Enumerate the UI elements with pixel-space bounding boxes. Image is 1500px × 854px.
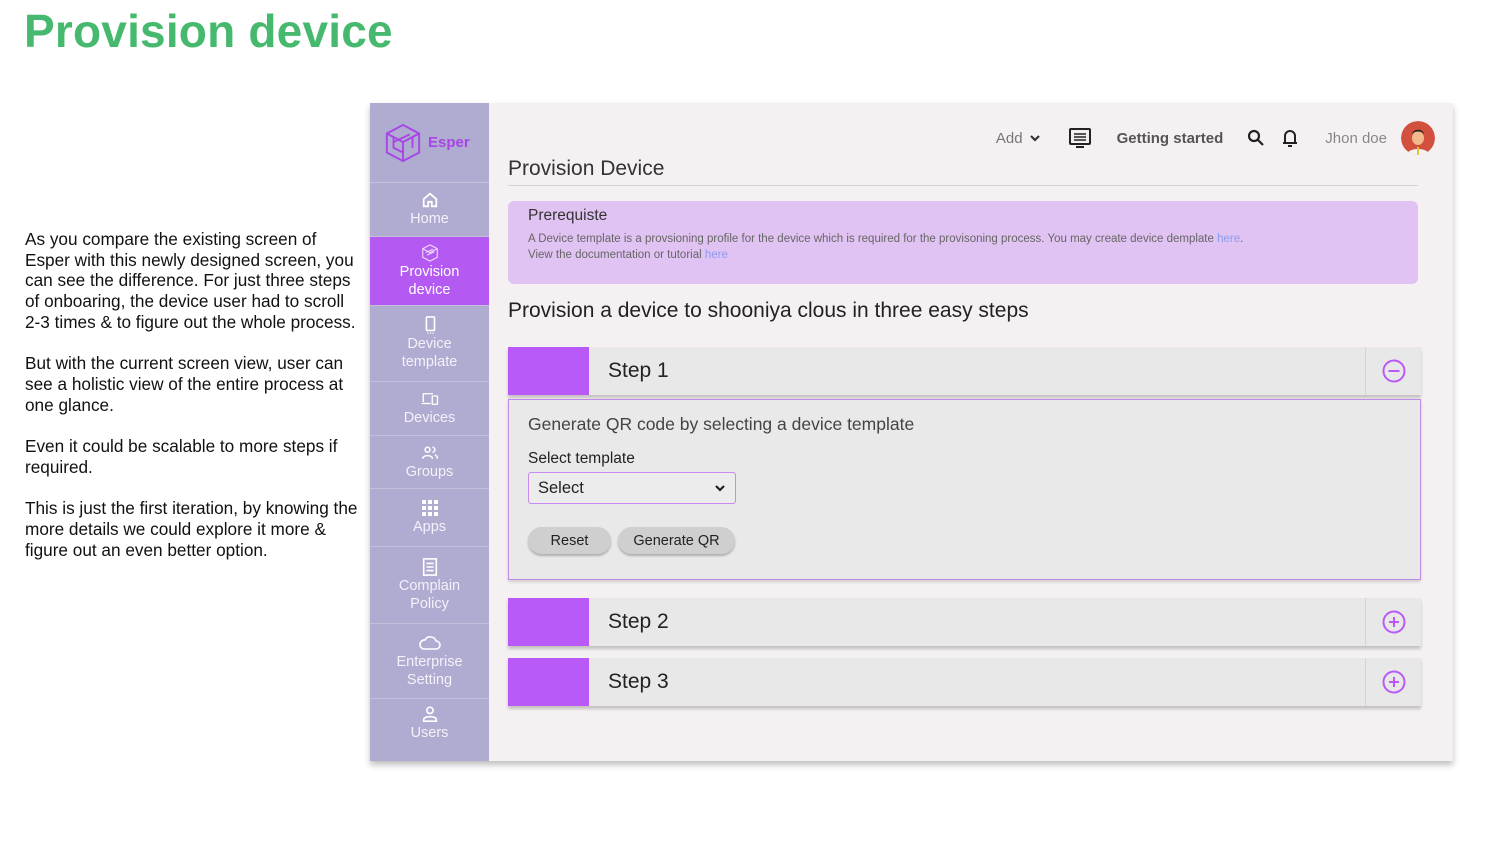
brand-logo[interactable]: Esper (370, 103, 489, 183)
home-icon (422, 192, 437, 208)
step-1-actions: Reset Generate QR (528, 527, 1401, 554)
devices-icon (421, 393, 438, 405)
slide-notes: As you compare the existing screen of Es… (25, 229, 360, 581)
step-color-block (508, 347, 589, 395)
chevron-down-icon (715, 485, 725, 492)
avatar[interactable] (1401, 121, 1435, 155)
title-divider (508, 185, 1418, 186)
sidebar-item-label: Apps (412, 519, 447, 535)
esper-logo-icon (385, 123, 421, 162)
brand-name: Esper (428, 134, 470, 151)
note-paragraph: This is just the first iteration, by kno… (25, 498, 358, 560)
sidebar: Esper Home Provision device Device templ… (370, 103, 489, 761)
plus-circle-icon (1382, 610, 1405, 634)
step-color-block (508, 598, 589, 646)
step-3-header[interactable]: Step 3 (508, 658, 1421, 706)
step-1-header[interactable]: Step 1 (508, 347, 1421, 395)
expand-step-button[interactable] (1365, 598, 1421, 646)
prerequisite-line-1: A Device template is a provsioning profi… (528, 233, 1218, 245)
sidebar-item-label: Home (410, 211, 449, 227)
sidebar-item-provision-device[interactable]: Provision device (370, 237, 489, 306)
create-template-link[interactable]: here (1217, 233, 1240, 245)
add-label: Add (995, 129, 1023, 147)
collapse-step-button[interactable] (1365, 347, 1421, 395)
expand-step-button[interactable] (1365, 658, 1421, 706)
user-name[interactable]: Jhon doe (1325, 130, 1387, 147)
sidebar-item-enterprise-setting[interactable]: Enterprise Setting (370, 624, 489, 699)
groups-icon (421, 446, 438, 459)
sidebar-item-complain-policy[interactable]: Complain Policy (370, 547, 489, 624)
period: . (1240, 233, 1244, 245)
step-label: Step 2 (608, 610, 669, 633)
bell-icon[interactable] (1281, 128, 1299, 148)
sidebar-item-label: Devices (403, 410, 456, 426)
sidebar-item-home[interactable]: Home (370, 183, 489, 237)
main-content: Add Getting started Jhon doe Provision D… (489, 103, 1453, 761)
apps-grid-icon (421, 500, 438, 516)
sidebar-item-users[interactable]: Users (370, 699, 489, 761)
sidebar-item-label: Groups (405, 463, 454, 480)
sidebar-item-devices[interactable]: Devices (370, 382, 489, 436)
prerequisite-text: View the documentation or tutorial here (528, 247, 1398, 263)
provision-icon (421, 243, 438, 262)
document-icon (422, 557, 437, 576)
note-paragraph: But with the current screen view, user c… (25, 353, 344, 415)
select-template-label: Select template (528, 450, 635, 467)
template-select[interactable]: Select (528, 472, 736, 504)
sidebar-item-device-template[interactable]: Device template (370, 306, 489, 382)
page-title: Provision Device (508, 157, 665, 180)
search-icon[interactable] (1247, 129, 1265, 147)
top-bar: Add Getting started Jhon doe (996, 119, 1435, 157)
select-value: Select (538, 478, 584, 497)
getting-started-link[interactable]: Getting started (1117, 130, 1224, 147)
chevron-down-icon (1029, 135, 1040, 142)
sidebar-item-label: Complain Policy (398, 577, 461, 612)
user-icon (422, 705, 437, 722)
sidebar-item-label: Enterprise Setting (396, 653, 463, 688)
step-color-block (508, 658, 589, 706)
monitor-icon[interactable] (1068, 128, 1091, 148)
step-label: Step 3 (608, 670, 669, 693)
reset-button[interactable]: Reset (528, 527, 611, 554)
app-window: Esper Home Provision device Device templ… (370, 103, 1453, 761)
steps-subtitle: Provision a device to shooniya clous in … (508, 299, 1029, 322)
minus-circle-icon (1382, 359, 1405, 383)
slide-title: Provision device (24, 5, 393, 57)
generate-qr-button[interactable]: Generate QR (618, 527, 735, 554)
step-1-body: Generate QR code by selecting a device t… (508, 399, 1421, 580)
sidebar-item-apps[interactable]: Apps (370, 489, 489, 547)
sidebar-item-label: Device template (401, 336, 458, 370)
sidebar-item-label: Provision device (399, 263, 460, 298)
note-paragraph: Even it could be scalable to more steps … (25, 436, 338, 477)
step-1-heading: Generate QR code by selecting a device t… (528, 414, 915, 434)
add-dropdown[interactable]: Add (996, 130, 1041, 147)
cloud-icon (418, 635, 441, 650)
prerequisite-title: Prerequiste (528, 207, 608, 224)
plus-circle-icon (1382, 670, 1405, 694)
step-label: Step 1 (608, 359, 669, 382)
note-paragraph: As you compare the existing screen of Es… (25, 229, 356, 332)
prerequisite-banner: Prerequiste A Device template is a provs… (508, 201, 1418, 284)
documentation-link[interactable]: here (705, 249, 728, 261)
sidebar-item-groups[interactable]: Groups (370, 436, 489, 489)
step-2-header[interactable]: Step 2 (508, 598, 1421, 646)
sidebar-item-label: Users (410, 724, 449, 741)
phone-icon (425, 316, 435, 334)
prerequisite-text: A Device template is a provsioning profi… (528, 231, 1398, 247)
prerequisite-line-2: View the documentation or tutorial (528, 249, 705, 261)
